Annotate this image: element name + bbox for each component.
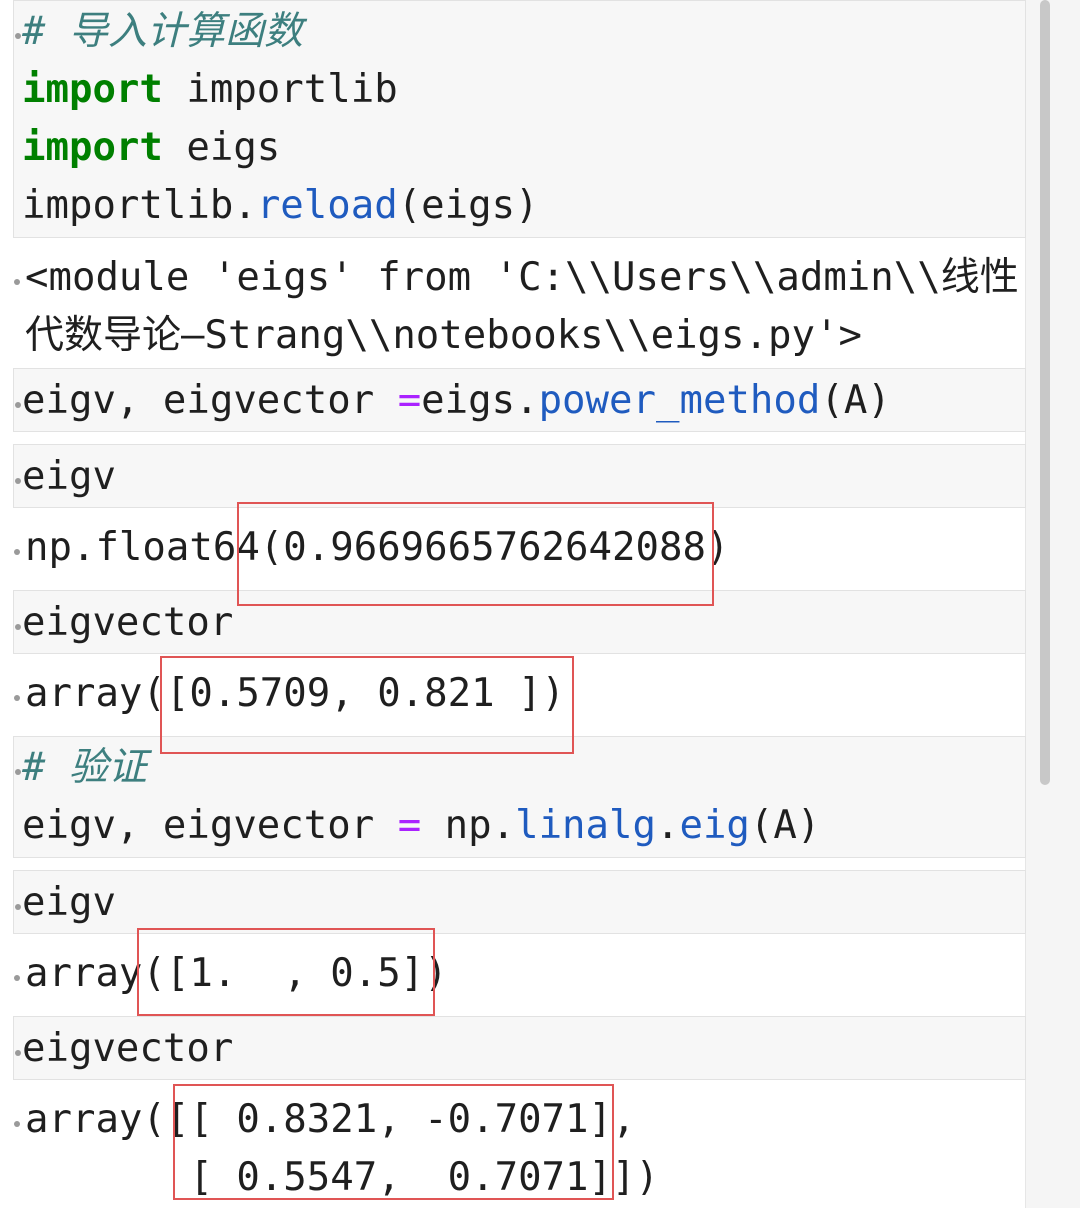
code-token: eig [679, 803, 750, 848]
code-token: eigv, eigvector [22, 803, 398, 848]
code-token: = [397, 803, 422, 848]
code-token: np. [421, 803, 516, 848]
code-token: = [397, 378, 422, 423]
highlight-box-eigvector [160, 656, 574, 754]
code-cell-import[interactable]: # 导入计算函数 import importlib import eigs impor… [13, 0, 1026, 238]
code-token: 导入计算函数 [68, 9, 303, 54]
code-line[interactable]: eigv, eigvector =eigs.power_method(A) [22, 372, 891, 430]
cell-prompt-marker [14, 279, 20, 285]
scrollbar-thumb[interactable] [1040, 0, 1050, 785]
code-token: 代数导论—Strang\\notebooks\\eigs.py'> [25, 313, 862, 358]
code-token: eigvector [22, 1026, 234, 1071]
code-line[interactable]: eigv [22, 448, 116, 506]
code-token: <module 'eigs' from 'C:\\Users\\admin\\线… [25, 255, 1019, 300]
code-token: eigs [162, 125, 281, 170]
code-token: reload [256, 183, 398, 228]
code-token: (A) [820, 378, 891, 423]
code-token: 验证 [68, 745, 147, 790]
code-token: importlib. [22, 183, 257, 228]
code-token: (A) [749, 803, 821, 848]
code-token: # [22, 9, 69, 54]
cell-prompt-marker [14, 549, 20, 555]
code-cell-eigvector-2[interactable]: eigvector [13, 1016, 1026, 1080]
scrollbar-track[interactable] [1025, 0, 1080, 1208]
code-token: eigvector [22, 600, 234, 645]
code-line[interactable]: # 导入计算函数 [22, 3, 303, 61]
code-line[interactable]: eigv [22, 874, 116, 932]
cell-prompt-marker [14, 1121, 20, 1127]
cell-prompt-marker [15, 769, 21, 775]
code-token: import [22, 67, 163, 112]
highlight-box-float [237, 502, 714, 606]
highlight-box-matrix [173, 1084, 614, 1200]
code-line[interactable]: eigv, eigvector = np.linalg.eig(A) [22, 797, 820, 855]
cell-prompt-marker [14, 975, 20, 981]
code-token: linalg [515, 803, 656, 848]
code-cell-eigv[interactable]: eigv [13, 444, 1026, 508]
code-cell-eigv-2[interactable]: eigv [13, 870, 1026, 934]
output-line: 代数导论—Strang\\notebooks\\eigs.py'> [25, 307, 862, 365]
code-cell-power-method[interactable]: eigv, eigvector =eigs.power_method(A) [13, 368, 1026, 432]
code-token: importlib [162, 67, 398, 112]
code-line[interactable]: importlib.reload(eigs) [22, 177, 539, 235]
code-line[interactable]: import importlib [22, 61, 398, 119]
code-token: eigv, eigvector [22, 378, 398, 423]
cell-prompt-marker [15, 478, 21, 484]
code-line[interactable]: eigvector [22, 594, 233, 652]
code-cell-verify[interactable]: # 验证 eigv, eigvector = np.linalg.eig(A) [13, 736, 1026, 858]
code-token: # [22, 745, 69, 790]
cell-prompt-marker [14, 695, 20, 701]
cell-prompt-marker [15, 1050, 21, 1056]
cell-prompt-marker [15, 402, 21, 408]
code-line[interactable]: # 验证 [22, 739, 147, 797]
code-token: eigv [22, 880, 116, 925]
output-module: <module 'eigs' from 'C:\\Users\\admin\\线… [13, 247, 1026, 361]
code-line[interactable]: import eigs [22, 119, 280, 177]
code-token: import [22, 125, 163, 170]
output-line: <module 'eigs' from 'C:\\Users\\admin\\线… [25, 249, 1019, 307]
cell-prompt-marker [15, 33, 21, 39]
cell-prompt-marker [15, 904, 21, 910]
code-token: eigv [22, 454, 116, 499]
code-token: power_method [538, 378, 821, 423]
code-token: (eigs) [397, 183, 539, 228]
cell-prompt-marker [15, 624, 21, 630]
code-token: eigs. [421, 378, 539, 423]
highlight-box-eigv [137, 928, 435, 1016]
code-line[interactable]: eigvector [22, 1020, 233, 1078]
code-token: . [655, 803, 680, 848]
